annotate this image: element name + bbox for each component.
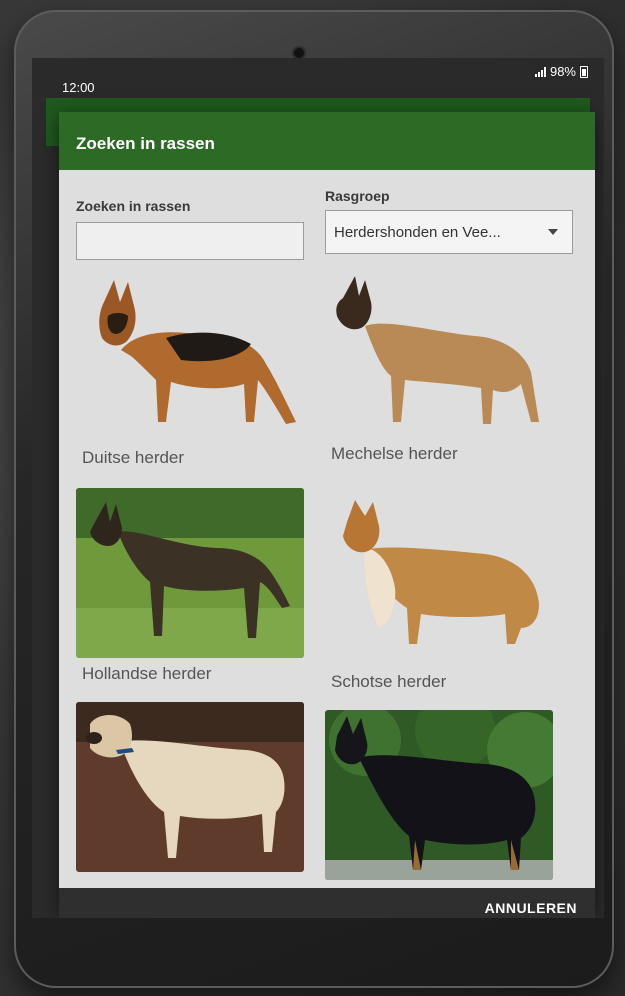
cancel-button[interactable]: ANNULEREN xyxy=(485,900,577,916)
status-indicators: 98% xyxy=(534,64,588,79)
breed-name: Hollandse herder xyxy=(82,664,212,683)
dialog-title: Zoeken in rassen xyxy=(76,134,215,153)
breed-photo xyxy=(325,272,553,442)
dialog-footer: ANNULEREN xyxy=(59,888,595,918)
breed-photo xyxy=(76,702,304,872)
dropdown-arrow-icon xyxy=(548,229,558,235)
battery-percent: 98% xyxy=(549,64,576,79)
breed-name: Duitse herder xyxy=(82,448,185,467)
front-camera xyxy=(294,48,304,58)
breed-photo xyxy=(76,272,304,442)
tablet-frame: 12:00 98% Zoeken in rassen Zoeken in ras… xyxy=(14,10,614,988)
breed-photo xyxy=(325,710,553,880)
breed-name: Mechelse herder xyxy=(331,444,458,463)
status-bar: 12:00 98% xyxy=(32,58,604,98)
battery-icon xyxy=(580,65,588,78)
dialog-header: Zoeken in rassen xyxy=(59,112,595,170)
group-select[interactable]: Herdershonden en Vee... xyxy=(325,210,573,254)
breed-photo xyxy=(325,488,553,658)
search-dialog: Zoeken in rassen Zoeken in rassen Rasgro… xyxy=(59,112,595,912)
screen: 12:00 98% Zoeken in rassen Zoeken in ras… xyxy=(32,58,604,918)
status-time: 12:00 xyxy=(62,80,95,95)
breed-photo xyxy=(76,488,304,658)
group-select-value: Herdershonden en Vee... xyxy=(334,224,501,241)
search-label: Zoeken in rassen xyxy=(76,198,191,214)
search-input[interactable] xyxy=(76,222,304,260)
signal-icon xyxy=(534,66,546,77)
breed-name: Schotse herder xyxy=(331,672,447,691)
group-label: Rasgroep xyxy=(325,188,390,204)
